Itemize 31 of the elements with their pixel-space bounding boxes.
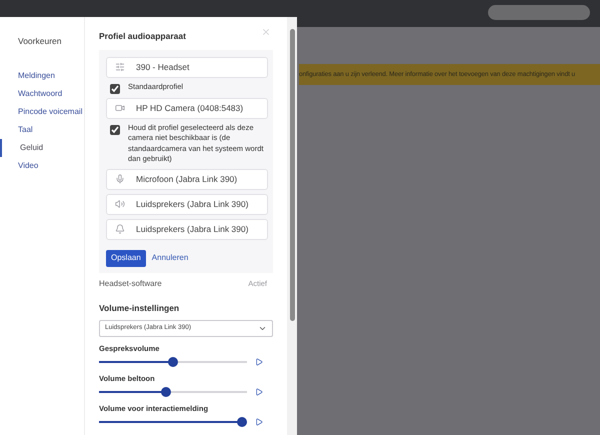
volume-slider[interactable] <box>99 356 247 367</box>
sidebar-item[interactable]: Pincode voicemail <box>0 102 84 121</box>
search-field[interactable] <box>488 5 590 20</box>
bell-icon <box>115 224 125 234</box>
scrollbar[interactable] <box>287 17 297 435</box>
checkbox[interactable] <box>110 84 120 94</box>
microphone-icon <box>115 174 125 184</box>
save-button[interactable]: Opslaan <box>106 250 146 267</box>
speaker-icon <box>115 199 125 210</box>
cancel-link[interactable]: Annuleren <box>152 252 188 264</box>
device-field[interactable]: Luidsprekers (Jabra Link 390) <box>106 194 268 215</box>
sidebar-item[interactable]: Meldingen <box>0 66 84 85</box>
play-icon[interactable] <box>255 418 263 426</box>
headset-label: Headset-software <box>99 278 162 290</box>
camera-icon <box>115 103 125 114</box>
section-title: Profiel audioapparaat <box>99 30 186 43</box>
sidebar-item[interactable]: Taal <box>0 120 84 139</box>
device-field[interactable]: Luidsprekers (Jabra Link 390) <box>106 218 268 240</box>
play-icon[interactable] <box>255 388 263 396</box>
volume-slider[interactable] <box>99 387 247 397</box>
sidebar-heading: Voorkeuren <box>17 35 62 48</box>
device-field[interactable]: HP HD Camera (0408:5483) <box>106 98 268 119</box>
sidebar-item[interactable]: Video <box>0 156 84 175</box>
device-field[interactable]: Microfoon (Jabra Link 390) <box>106 168 268 190</box>
play-icon[interactable] <box>255 358 263 366</box>
volume-slider[interactable] <box>99 417 247 428</box>
section-title: Volume-instellingen <box>99 302 180 314</box>
checkbox[interactable] <box>110 124 120 135</box>
device-field[interactable]: 390 - Headset <box>106 56 268 78</box>
sidebar-item[interactable]: Wachtwoord <box>0 84 84 103</box>
sliders-icon <box>115 62 125 72</box>
